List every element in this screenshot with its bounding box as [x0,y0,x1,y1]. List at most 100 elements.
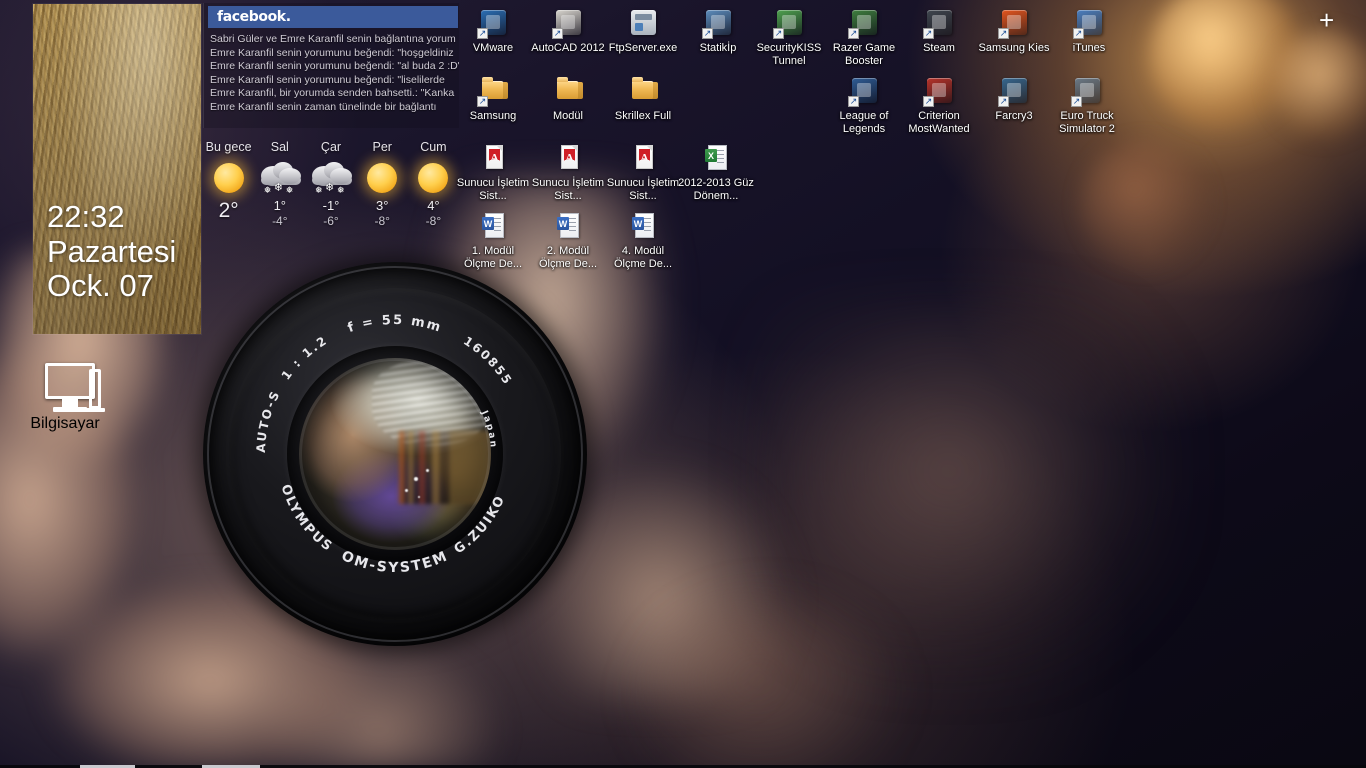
facebook-feed-list[interactable]: Sabri Güler ve Emre Karanfil senin bağla… [210,33,459,128]
desktop-icon-label: 2. Modül Ölçme De... [538,245,598,270]
desktop-icon-itunes[interactable]: iTunes [1051,5,1127,55]
desktop-icon-label: iTunes [1072,42,1106,54]
weather-day-column[interactable]: Bu gece 2° [203,140,254,229]
clock-gadget-text: 22:32 Pazartesi Ock. 07 [47,199,195,304]
snow-cloud-icon: ❅ ❄ ❅ [254,158,305,198]
weather-high-temp: 1° [273,198,287,213]
wallpaper-camera-lens: f = 55 mm 1 : 1.2 160855 AUTO-S Japan G.… [203,262,587,646]
app-shortcut-icon [826,5,902,39]
desktop-icon-sunucu3[interactable]: Sunucu İşletim Sist... [605,140,681,202]
list-item[interactable]: Emre Karanfil senin yorumunu beğendi: "h… [210,47,457,61]
desktop-icon-label: 1. Modül Ölçme De... [463,245,523,270]
desktop-icon-label: FtpServer.exe [608,42,678,54]
desktop-icon-label: Euro Truck Simulator 2 [1059,110,1115,135]
desktop-icon-farcry3[interactable]: Farcry3 [976,73,1052,123]
pdf-icon [530,140,606,174]
desktop-icon-autocad2012[interactable]: AutoCAD 2012 [530,5,606,55]
desktop-icon-vmware[interactable]: VMware [455,5,531,55]
desktop-icon-leagueoflegends[interactable]: League of Legends [826,73,902,135]
list-item[interactable]: Emre Karanfil senin zaman tünelinde bir … [210,101,457,115]
desktop-icon-ftpserver[interactable]: FtpServer.exe [605,5,681,55]
word-doc-icon: W [605,208,681,242]
folder-shortcut-icon [455,73,531,107]
desktop-icon-label: Samsung Kies [978,42,1050,54]
desktop: f = 55 mm 1 : 1.2 160855 AUTO-S Japan G.… [0,0,1366,768]
desktop-icon-label: Sunucu İşletim Sist... [606,177,680,202]
facebook-gadget-header[interactable]: facebook. [208,6,458,28]
lens-sparkle [418,496,421,499]
desktop-icon-skrillexfull[interactable]: Skrillex Full [605,73,681,123]
facebook-gadget[interactable]: facebook. Sabri Güler ve Emre Karanfil s… [203,3,459,128]
desktop-icon-razergame[interactable]: Razer Game Booster [826,5,902,67]
app-shortcut-icon [1049,73,1125,107]
app-shortcut-icon [976,73,1052,107]
weather-day-label: Per [372,140,392,154]
desktop-icon-statikip[interactable]: Statikİp [680,5,756,55]
desktop-icon-steam[interactable]: Steam [901,5,977,55]
weather-day-label: Çar [320,140,342,154]
desktop-icon-modul4[interactable]: W 4. Modül Ölçme De... [605,208,681,270]
desktop-icon-samsungkies[interactable]: Samsung Kies [976,5,1052,55]
desktop-icon-label: 4. Modül Ölçme De... [613,245,673,270]
weather-low-temp: -4° [272,214,288,228]
bokeh-highlight [1080,140,1210,270]
weather-day-row: Bu gece 2° Sal ❅ ❄ ❅ 1° -4° Çar ❅ ❄ ❅ -1… [203,140,459,229]
lens-sparkle [425,469,429,473]
desktop-icon-label: 2012-2013 Güz Dönem... [678,177,754,202]
desktop-icon-label: Skrillex Full [614,110,672,122]
lens-reflection-scene [398,430,491,504]
app-shortcut-icon [976,5,1052,39]
plus-marker-icon[interactable]: + [1319,7,1339,33]
weather-low-temp: -6° [323,214,339,228]
word-doc-icon: W [455,208,531,242]
desktop-icon-label: Criterion MostWanted [908,110,970,135]
sun-icon [357,158,408,198]
snow-cloud-icon: ❅ ❄ ❅ [305,158,356,198]
list-item[interactable]: Emre Karanfil senin yorumunu beğendi: "a… [210,60,459,74]
facebook-logo: facebook. [208,9,291,25]
desktop-icon-samsung[interactable]: Samsung [455,73,531,123]
word-doc-icon: W [530,208,606,242]
desktop-icon-securitykiss[interactable]: SecurityKISS Tunnel [751,5,827,67]
pdf-icon [455,140,531,174]
list-item[interactable]: Sabri Güler ve Emre Karanfil senin bağla… [210,33,457,47]
weather-day-column[interactable]: Per 3° -8° [357,140,408,229]
desktop-icon-label: Razer Game Booster [832,42,896,67]
desktop-icon-modul[interactable]: Modül [530,73,606,123]
lens-glass-element [299,358,491,550]
weather-high-temp: -1° [322,198,340,213]
desktop-icon-criterionmw[interactable]: Criterion MostWanted [901,73,977,135]
weather-day-label: Cum [420,140,447,154]
desktop-icon-modul2[interactable]: W 2. Modül Ölçme De... [530,208,606,270]
weather-gadget[interactable]: Bu gece 2° Sal ❅ ❄ ❅ 1° -4° Çar ❅ ❄ ❅ -1… [203,140,459,248]
app-shortcut-icon [901,5,977,39]
clock-weekday: Pazartesi [47,233,177,269]
weather-high-temp: 4° [427,198,440,213]
weather-day-column[interactable]: Sal ❅ ❄ ❅ 1° -4° [254,140,305,229]
app-shortcut-icon [680,5,756,39]
desktop-icon-guzdonemi[interactable]: X 2012-2013 Güz Dönem... [678,140,754,202]
weather-day-column[interactable]: Çar ❅ ❄ ❅ -1° -6° [305,140,356,229]
desktop-icon-label: VMware [472,42,514,54]
app-shortcut-icon [751,5,827,39]
sun-icon [203,158,254,198]
facebook-logo-text: facebook [217,9,286,25]
desktop-icon-eurotruck2[interactable]: Euro Truck Simulator 2 [1049,73,1125,135]
clock-gadget[interactable]: 22:32 Pazartesi Ock. 07 [33,4,201,334]
desktop-icon-label: Samsung [469,110,517,122]
list-item[interactable]: Emre Karanfil senin yorumunu beğendi: "l… [210,74,457,88]
weather-day-label: Bu gece [205,140,252,154]
pdf-icon [605,140,681,174]
app-shortcut-icon [901,73,977,107]
desktop-icon-label: Modül [553,110,583,122]
desktop-icon-sunucu2[interactable]: Sunucu İşletim Sist... [530,140,606,202]
clock-time: 22:32 [47,199,125,234]
weather-day-column[interactable]: Cum 4° -8° [408,140,459,229]
desktop-icon-label: SecurityKISS Tunnel [756,42,822,67]
desktop-icon-bilgisayar[interactable]: Bilgisayar [27,355,105,433]
desktop-icon-sunucu1[interactable]: Sunucu İşletim Sist... [455,140,531,202]
desktop-icon-label: Statikİp [699,42,737,54]
list-item[interactable]: Emre Karanfil, bir yorumda senden bahset… [210,87,457,101]
app-shortcut-icon [826,73,902,107]
desktop-icon-modul1[interactable]: W 1. Modül Ölçme De... [455,208,531,270]
